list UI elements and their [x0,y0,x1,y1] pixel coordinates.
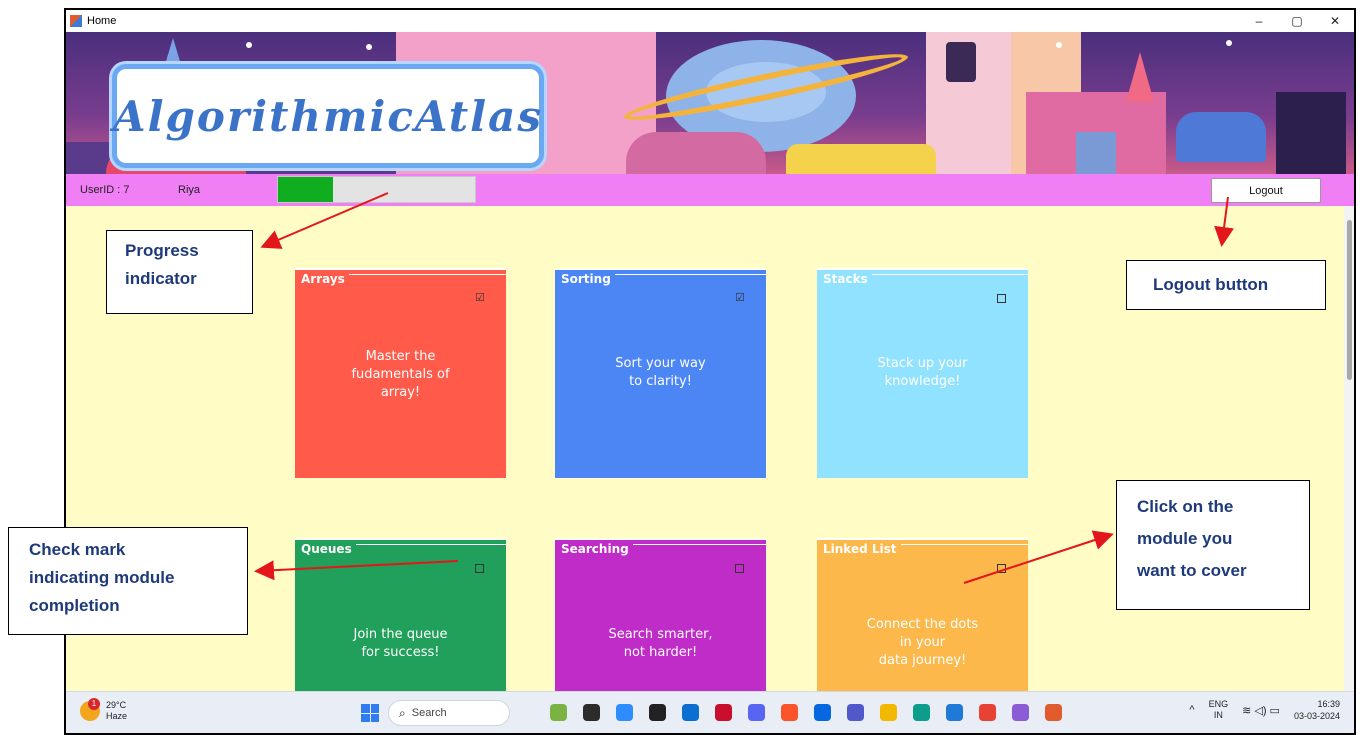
callout-text: Progress indicator [125,241,199,288]
winforms-icon[interactable] [1045,704,1062,721]
clock[interactable]: 16:39 03-03-2024 [1294,698,1340,722]
callout-click-module: Click on the module you want to cover [1116,480,1310,610]
widgets-icon[interactable] [550,704,567,721]
title-bar: Home – ▢ ✕ [66,10,1354,32]
module-tagline: Master the fudamentals of array! [351,349,450,400]
clock-time: 16:39 [1317,699,1340,709]
taskbar-search[interactable]: ⌕ Search [388,700,510,726]
module-title: Stacks [823,272,868,286]
callout-check-mark: Check mark indicating module completion [8,527,248,635]
language-code: ENG [1208,699,1229,709]
module-card-arrays[interactable]: Arrays ☑ Master the fudamentals of array… [295,268,506,478]
callout-text: Logout button [1153,275,1269,294]
app-logo: AlgorithmicAtlas [112,64,544,168]
completion-checkbox[interactable] [475,564,484,573]
module-card-stacks[interactable]: Stacks Stack up your knowledge! [817,268,1028,478]
language-indicator[interactable]: ENG IN [1209,699,1229,721]
windows-logo-tile [361,713,370,722]
store-icon[interactable] [682,704,699,721]
app-icon [70,15,82,27]
user-name: Riya [178,184,201,196]
completion-checkbox[interactable] [735,564,744,573]
window-title: Home [87,15,117,27]
completion-checkbox[interactable] [997,564,1006,573]
module-card-searching[interactable]: Searching Search smarter, not harder! [555,538,766,697]
close-button[interactable]: ✕ [1316,10,1354,32]
completion-checkbox[interactable] [997,294,1006,303]
brave-icon[interactable] [781,704,798,721]
module-tagline: Stack up your knowledge! [877,356,968,389]
maximize-button[interactable]: ▢ [1278,10,1316,32]
start-button[interactable] [361,704,379,722]
module-card-queues[interactable]: Queues Join the queue for success! [295,538,506,697]
logout-button[interactable]: Logout [1211,178,1321,203]
module-title: Searching [561,542,629,556]
zoom-icon[interactable] [616,704,633,721]
search-placeholder: Search [411,707,447,719]
vscode-icon[interactable] [946,704,963,721]
weather-temperature: 29°C [106,700,127,710]
system-tray: ^ ENG IN ≋ ◁) ▭ 16:39 03-03-2024 [1189,698,1340,722]
module-tagline: Sort your way to clarity! [615,356,706,389]
teams-icon[interactable] [847,704,864,721]
clock-date: 03-03-2024 [1293,711,1340,721]
windows-logo-tile [370,713,379,722]
callout-text: Check mark indicating module completion [29,540,175,615]
app-window: Home – ▢ ✕ AlgorithmicAtlas UserID: 7 R… [64,8,1356,735]
card-title-line [356,544,506,545]
module-title: Linked List [823,542,897,556]
card-title-line [872,274,1028,275]
module-tagline: Connect the dots in your data journey! [866,617,979,668]
folder-icon[interactable] [880,704,897,721]
callout-logout-button: Logout button [1126,260,1326,310]
taskbar: 1 29°C Haze ⌕ Search ^ ENG IN ≋ ◁) ▭ 16:… [66,691,1354,733]
discord-icon[interactable] [748,704,765,721]
edge-icon[interactable] [913,704,930,721]
file-explorer-icon[interactable] [583,704,600,721]
completion-checkbox[interactable]: ☑ [735,293,745,304]
module-tagline: Join the queue for success! [353,627,448,660]
module-title: Queues [301,542,352,556]
module-title: Arrays [301,272,345,286]
wifi-volume-battery-icons[interactable]: ≋ ◁) ▭ [1242,704,1280,717]
module-tagline: Search smarter, not harder! [608,627,713,660]
minimize-button[interactable]: – [1240,10,1278,32]
weather-widget[interactable]: 1 29°C Haze [80,698,128,722]
card-title-line [615,274,766,275]
module-card-sorting[interactable]: Sorting ☑ Sort your way to clarity! [555,268,766,478]
scrollbar-thumb[interactable] [1347,220,1352,380]
card-title-line [901,544,1028,545]
mcafee-icon[interactable] [715,704,732,721]
app-logo-text: AlgorithmicAtlas [113,91,543,141]
card-title-line [633,544,766,545]
callout-text: Click on the module you want to cover [1137,497,1247,580]
weather-icon: 1 [80,698,100,721]
header-banner: AlgorithmicAtlas [66,32,1354,174]
progress-fill [278,177,334,202]
user-bar: UserID : 7 Riya Logout [66,174,1354,206]
region-code: IN [1213,710,1223,720]
windows-logo-tile [370,704,379,713]
module-card-linked-list[interactable]: Linked List Connect the dots in your dat… [817,538,1028,697]
search-icon: ⌕ [399,705,406,720]
module-title: Sorting [561,272,611,286]
windows-logo-tile [361,704,370,713]
notification-badge: 1 [88,698,100,710]
chevron-up-icon[interactable]: ^ [1189,704,1194,716]
card-title-line [349,274,506,275]
user-id-label: UserID : 7 [80,184,130,196]
chrome-icon[interactable] [979,704,996,721]
completion-checkbox[interactable]: ☑ [475,293,485,304]
weather-description: Haze [106,711,128,721]
callout-progress-indicator: Progress indicator [106,230,253,314]
dell-icon[interactable] [649,704,666,721]
window-controls: – ▢ ✕ [1240,10,1354,32]
vs-icon[interactable] [1012,704,1029,721]
progress-bar [277,176,476,203]
meta-icon[interactable] [814,704,831,721]
